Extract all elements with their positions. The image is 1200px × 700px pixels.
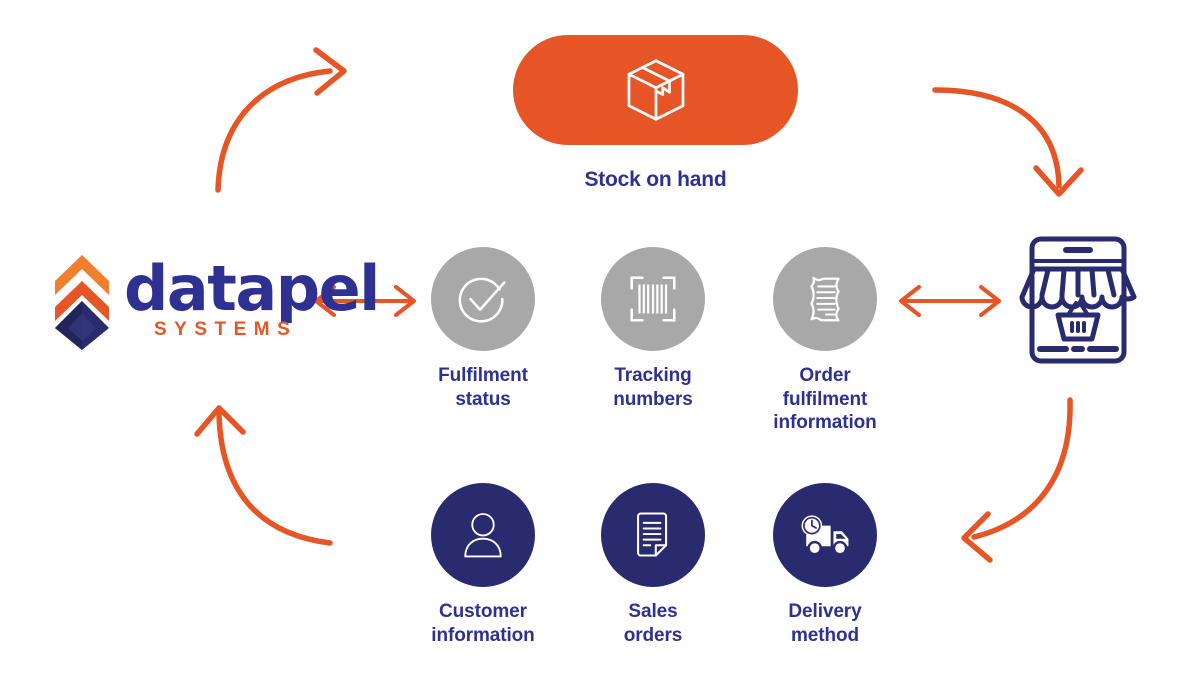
online-storefront-icon: [1019, 236, 1137, 364]
node-fulfilment-status: Fulfilment status: [403, 247, 563, 411]
delivery-method-circle: [773, 483, 877, 587]
datapel-wordmark: datapel SYSTEMS: [124, 251, 380, 341]
curve-top-left: [215, 47, 347, 193]
fulfilment-status-circle: [431, 247, 535, 351]
order-fulfilment-circle: [773, 247, 877, 351]
tracking-numbers-circle: [601, 247, 705, 351]
stock-on-hand-node: [513, 35, 798, 145]
stock-on-hand-label: Stock on hand: [584, 168, 727, 191]
datapel-logo: datapel SYSTEMS: [52, 248, 380, 353]
caption-line: status: [455, 388, 511, 410]
package-box-icon: [627, 59, 684, 121]
customer-information-circle: [431, 483, 535, 587]
curve-bottom-left: [194, 405, 333, 546]
caption-line: numbers: [613, 388, 693, 410]
fulfilment-status-label: Fulfilment status: [403, 364, 563, 411]
caption-line: information: [431, 624, 535, 646]
check-circle-icon: [458, 277, 506, 323]
curve-bottom-right: [961, 397, 1073, 563]
node-sales-orders: Sales orders: [573, 483, 733, 647]
caption-line: fulfilment: [782, 388, 868, 410]
curve-top-right: [932, 87, 1084, 197]
node-tracking-numbers: Tracking numbers: [573, 247, 733, 411]
caption-line: Order: [799, 365, 851, 386]
node-customer-information: Customer information: [403, 483, 563, 647]
sales-orders-circle: [601, 483, 705, 587]
caption-line: Tracking: [614, 365, 692, 386]
caption-line: information: [773, 412, 877, 434]
caption-line: Fulfilment: [438, 365, 528, 386]
customer-information-label: Customer information: [403, 600, 563, 647]
document-page-icon: [637, 512, 668, 557]
caption-line: Sales: [628, 601, 678, 622]
receipt-document-icon: [810, 276, 840, 322]
order-fulfilment-label: Order fulfilment information: [745, 364, 905, 435]
delivery-method-label: Delivery method: [745, 600, 905, 647]
user-person-icon: [464, 513, 502, 558]
arrow-nodes-to-store: [899, 285, 1001, 317]
sales-orders-label: Sales orders: [573, 600, 733, 647]
caption-line: Customer: [439, 601, 527, 622]
node-delivery-method: Delivery method: [745, 483, 905, 647]
caption-line: Delivery: [788, 601, 862, 622]
logo-word: datapel: [124, 251, 380, 325]
node-order-fulfilment-information: Order fulfilment information: [745, 247, 905, 435]
delivery-truck-clock-icon: [801, 515, 849, 556]
barcode-scan-icon: [630, 276, 676, 322]
datapel-chevron-diamond-icon: [55, 254, 109, 350]
caption-line: orders: [623, 624, 683, 646]
diagram-canvas: datapel SYSTEMS Stock on hand Fulfilment…: [0, 0, 1200, 700]
tracking-numbers-label: Tracking numbers: [573, 364, 733, 411]
caption-line: method: [790, 624, 859, 646]
logo-subtitle: SYSTEMS: [154, 319, 298, 341]
